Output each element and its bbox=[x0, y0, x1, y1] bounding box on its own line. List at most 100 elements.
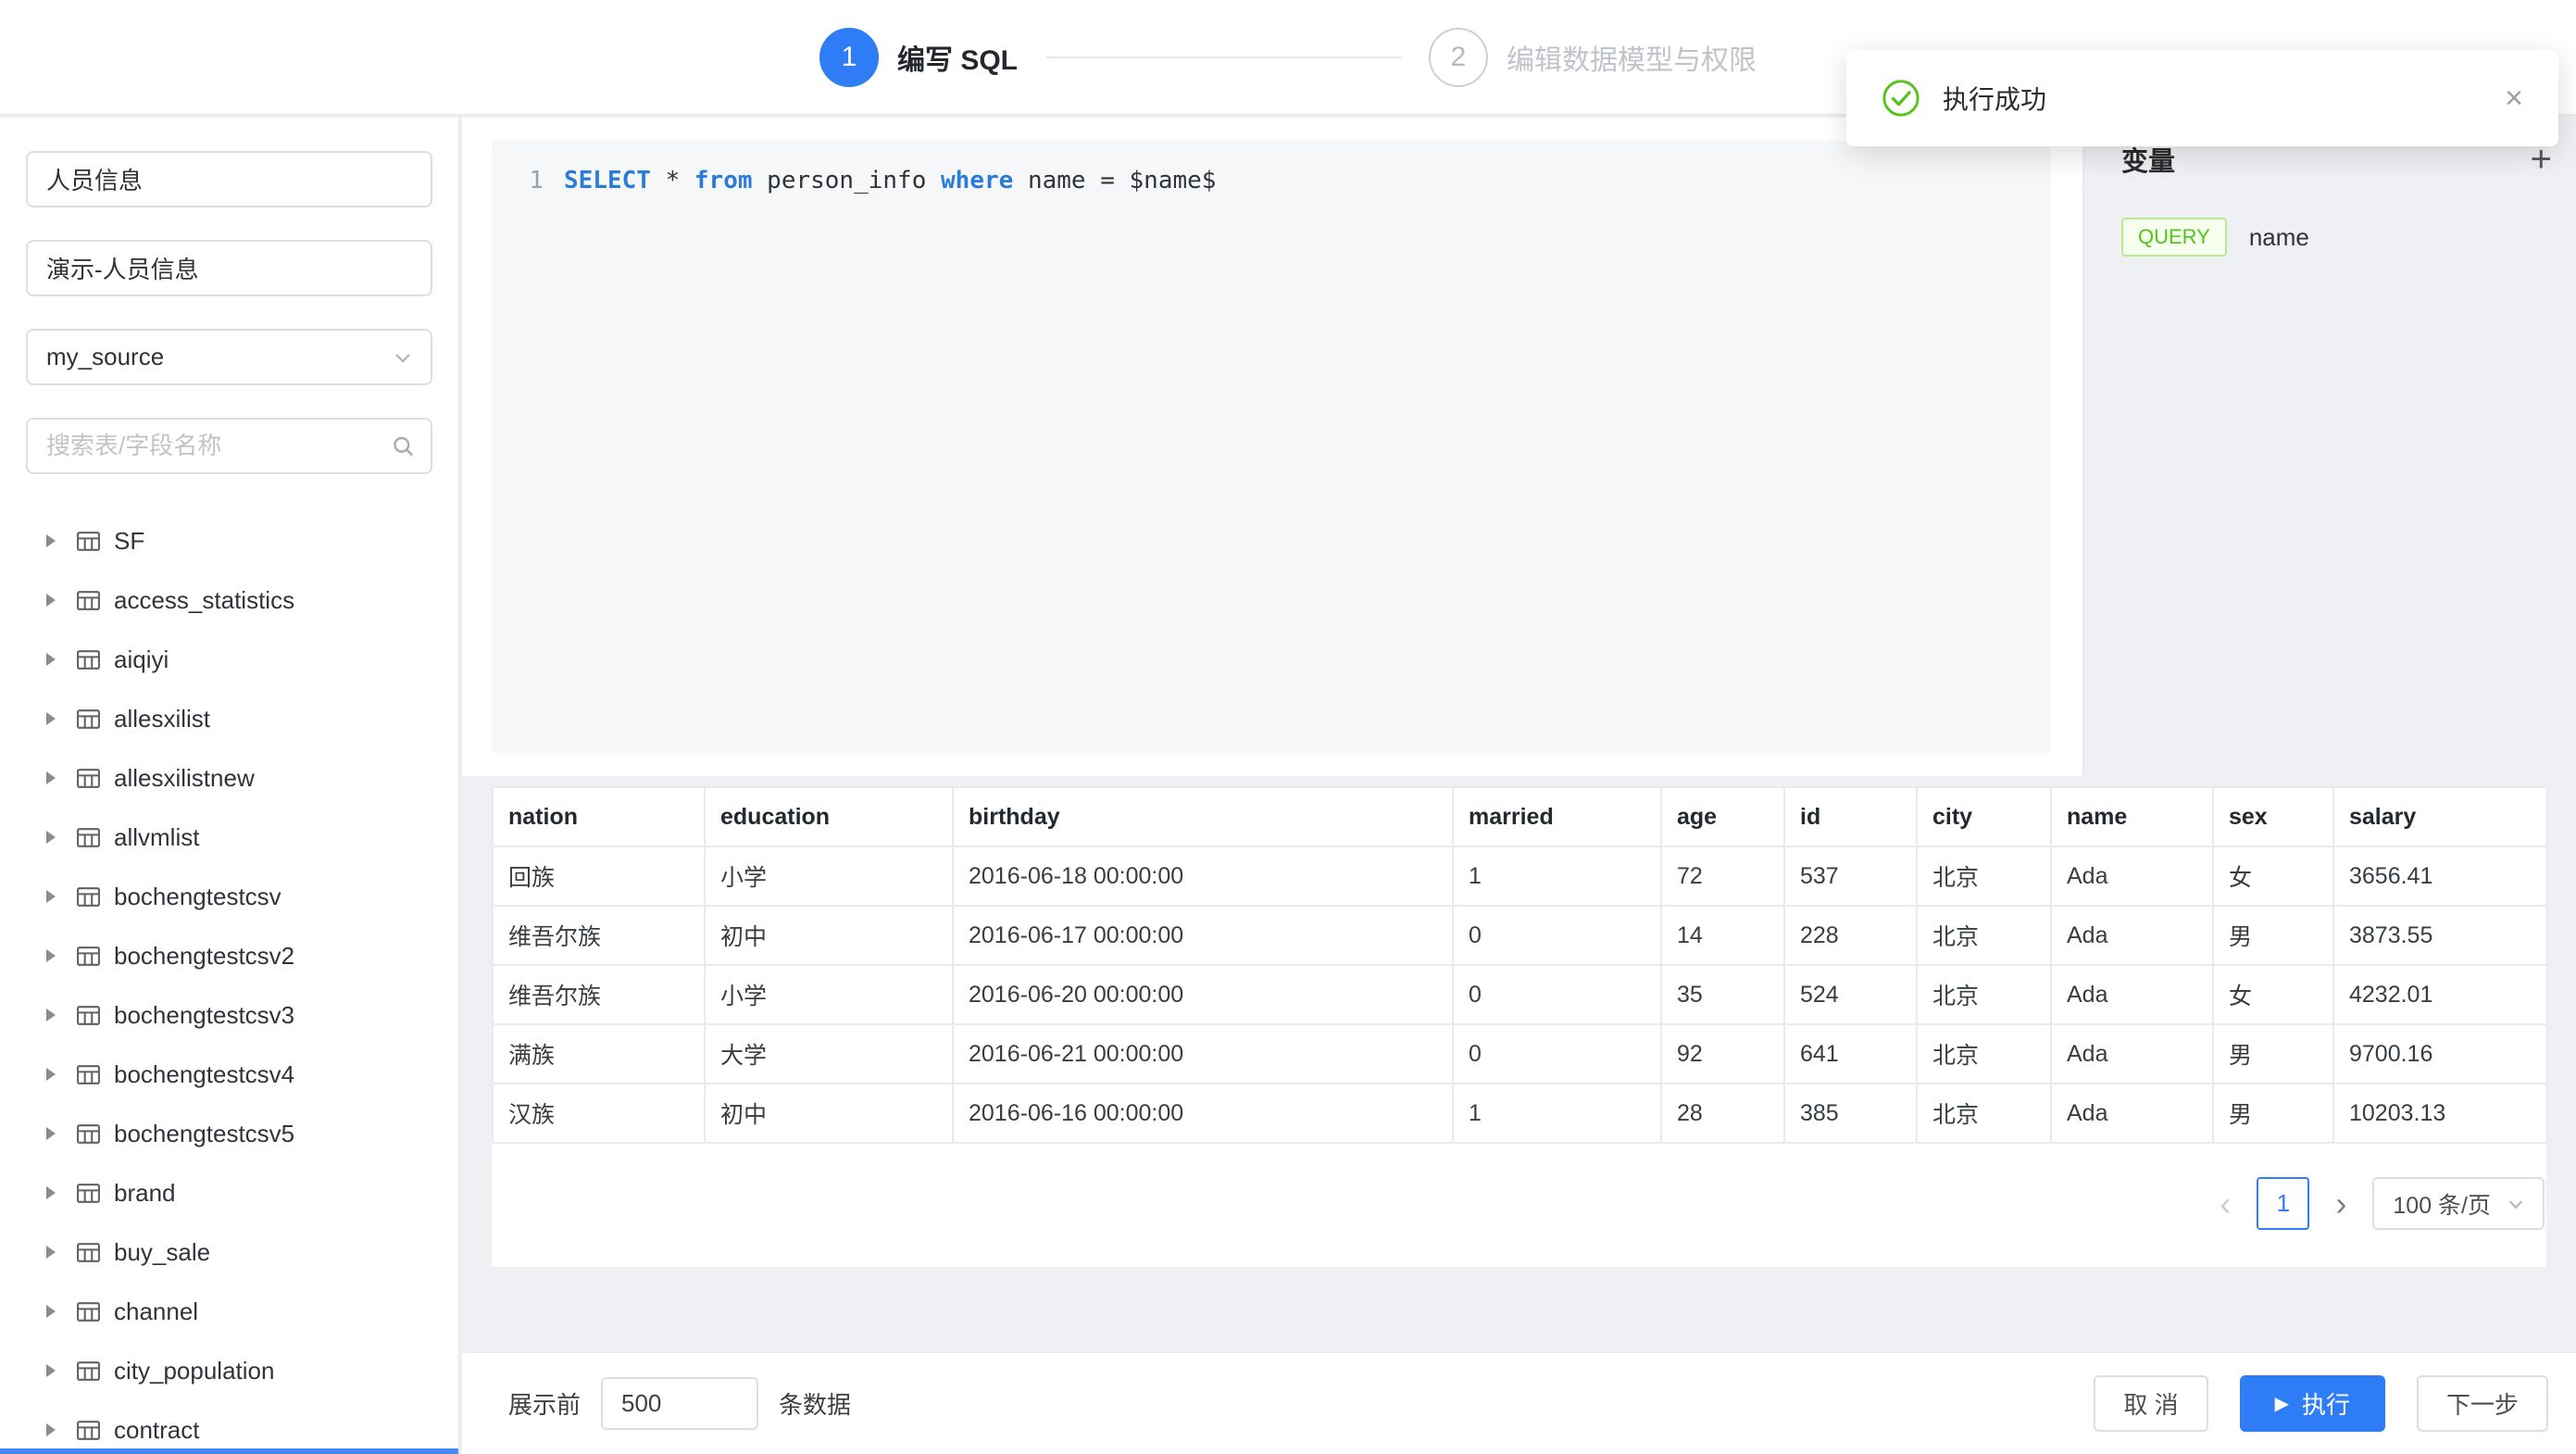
cell-sex: 男 bbox=[2213, 1024, 2333, 1084]
caret-right-icon[interactable] bbox=[46, 594, 56, 607]
cell-age: 92 bbox=[1661, 1024, 1784, 1084]
footer-actions: 取 消 ▶ 执行 下一步 bbox=[2094, 1375, 2548, 1432]
cell-sex: 男 bbox=[2213, 1084, 2333, 1143]
tree-item-bochengtestcsv2[interactable]: bochengtestcsv2 bbox=[0, 926, 458, 985]
cell-birthday: 2016-06-17 00:00:00 bbox=[953, 906, 1453, 965]
column-header-sex: sex bbox=[2213, 787, 2333, 846]
cell-id: 385 bbox=[1784, 1084, 1917, 1143]
step-1-circle: 1 bbox=[819, 28, 879, 87]
tree-item-allvmlist[interactable]: allvmlist bbox=[0, 808, 458, 867]
cell-city: 北京 bbox=[1917, 1024, 2051, 1084]
caret-right-icon[interactable] bbox=[46, 1009, 56, 1022]
sql-keyword: where bbox=[941, 167, 1013, 194]
tree-item-SF[interactable]: SF bbox=[0, 511, 458, 570]
step-1[interactable]: 1 编写 SQL bbox=[819, 28, 1018, 87]
pagination-next[interactable]: › bbox=[2324, 1187, 2357, 1221]
caret-right-icon[interactable] bbox=[46, 1364, 56, 1377]
caret-right-icon[interactable] bbox=[46, 1246, 56, 1259]
table-row: 回族小学2016-06-18 00:00:00172537北京Ada女3656.… bbox=[493, 846, 2547, 906]
caret-right-icon[interactable] bbox=[46, 712, 56, 725]
model-name-input[interactable] bbox=[26, 151, 432, 207]
caret-right-icon[interactable] bbox=[46, 949, 56, 962]
pagination-page-1[interactable]: 1 bbox=[2257, 1177, 2309, 1230]
page-size-value: 100 条/页 bbox=[2393, 1187, 2491, 1221]
tree-item-brand[interactable]: brand bbox=[0, 1163, 458, 1222]
column-header-nation: nation bbox=[493, 787, 705, 846]
cell-id: 524 bbox=[1784, 965, 1917, 1024]
cell-married: 0 bbox=[1453, 965, 1661, 1024]
cell-nation: 维吾尔族 bbox=[493, 906, 705, 965]
next-step-button[interactable]: 下一步 bbox=[2417, 1375, 2548, 1432]
toast-message: 执行成功 bbox=[1943, 80, 2046, 117]
code-line: 1 SELECT * from person_info where name =… bbox=[492, 161, 2051, 200]
table-icon bbox=[76, 1003, 101, 1028]
tree-item-bochengtestcsv3[interactable]: bochengtestcsv3 bbox=[0, 985, 458, 1045]
caret-right-icon[interactable] bbox=[46, 653, 56, 666]
sql-text: person_info bbox=[753, 167, 942, 194]
sql-editor[interactable]: 1 SELECT * from person_info where name =… bbox=[492, 141, 2051, 753]
cell-salary: 4232.01 bbox=[2333, 965, 2547, 1024]
row-limit-input[interactable] bbox=[601, 1377, 758, 1430]
tree-item-bochengtestcsv[interactable]: bochengtestcsv bbox=[0, 867, 458, 926]
table-name: bochengtestcsv2 bbox=[114, 942, 294, 971]
editor-pane: 1 SELECT * from person_info where name =… bbox=[462, 118, 2084, 776]
caret-right-icon[interactable] bbox=[46, 831, 56, 844]
table-icon bbox=[76, 1062, 101, 1087]
play-icon: ▶ bbox=[2275, 1395, 2289, 1413]
tree-item-bochengtestcsv4[interactable]: bochengtestcsv4 bbox=[0, 1045, 458, 1104]
cell-education: 小学 bbox=[705, 965, 953, 1024]
page-size-select[interactable]: 100 条/页 bbox=[2372, 1177, 2545, 1230]
cell-id: 228 bbox=[1784, 906, 1917, 965]
tree-item-allesxilistnew[interactable]: allesxilistnew bbox=[0, 748, 458, 808]
cell-married: 1 bbox=[1453, 846, 1661, 906]
cancel-button[interactable]: 取 消 bbox=[2094, 1375, 2207, 1432]
column-header-city: city bbox=[1917, 787, 2051, 846]
table-icon bbox=[76, 707, 101, 732]
pagination-prev[interactable]: ‹ bbox=[2208, 1187, 2242, 1221]
results-table: nationeducationbirthdaymarriedageidcityn… bbox=[492, 786, 2548, 1144]
table-name: allesxilist bbox=[114, 705, 210, 733]
tree-item-access_statistics[interactable]: access_statistics bbox=[0, 570, 458, 630]
success-check-icon bbox=[1882, 79, 1920, 118]
cell-married: 0 bbox=[1453, 906, 1661, 965]
caret-right-icon[interactable] bbox=[46, 534, 56, 547]
table-icon bbox=[76, 529, 101, 554]
sidebar: my_source SFaccess_statisticsaiqiyi alles… bbox=[0, 118, 460, 1454]
step-1-label: 编写 SQL bbox=[897, 37, 1018, 78]
cell-nation: 维吾尔族 bbox=[493, 965, 705, 1024]
execute-button[interactable]: ▶ 执行 bbox=[2240, 1375, 2385, 1432]
cell-birthday: 2016-06-18 00:00:00 bbox=[953, 846, 1453, 906]
close-icon[interactable]: × bbox=[2505, 82, 2523, 114]
table-search-input[interactable] bbox=[26, 418, 432, 474]
cell-city: 北京 bbox=[1917, 906, 2051, 965]
datasource-select[interactable]: my_source bbox=[26, 329, 432, 385]
table-icon bbox=[76, 884, 101, 909]
scrollbar-thumb[interactable] bbox=[0, 1448, 458, 1454]
table-row: 汉族初中2016-06-16 00:00:00128385北京Ada男10203… bbox=[493, 1084, 2547, 1143]
caret-right-icon[interactable] bbox=[46, 1068, 56, 1081]
tree-item-aiqiyi[interactable]: aiqiyi bbox=[0, 630, 458, 689]
tree-item-contract[interactable]: contract bbox=[0, 1400, 458, 1454]
model-display-name-input[interactable] bbox=[26, 240, 432, 296]
step-2[interactable]: 2 编辑数据模型与权限 bbox=[1429, 28, 1757, 87]
add-variable-button[interactable]: + bbox=[2531, 141, 2552, 178]
tree-item-city_population[interactable]: city_population bbox=[0, 1341, 458, 1400]
cell-name: Ada bbox=[2051, 846, 2213, 906]
caret-right-icon[interactable] bbox=[46, 1305, 56, 1318]
pagination: ‹ 1 › 100 条/页 bbox=[492, 1144, 2546, 1267]
table-name: bochengtestcsv bbox=[114, 883, 281, 911]
tree-item-channel[interactable]: channel bbox=[0, 1282, 458, 1341]
caret-right-icon[interactable] bbox=[46, 1423, 56, 1436]
column-header-name: name bbox=[2051, 787, 2213, 846]
caret-right-icon[interactable] bbox=[46, 1186, 56, 1199]
caret-right-icon[interactable] bbox=[46, 771, 56, 784]
tree-item-buy_sale[interactable]: buy_sale bbox=[0, 1222, 458, 1282]
caret-right-icon[interactable] bbox=[46, 890, 56, 903]
caret-right-icon[interactable] bbox=[46, 1127, 56, 1140]
table-icon bbox=[76, 1299, 101, 1324]
tree-item-bochengtestcsv5[interactable]: bochengtestcsv5 bbox=[0, 1104, 458, 1163]
tree-item-allesxilist[interactable]: allesxilist bbox=[0, 689, 458, 748]
sql-text: * bbox=[651, 167, 694, 194]
cell-education: 大学 bbox=[705, 1024, 953, 1084]
sql-code: SELECT * from person_info where name = $… bbox=[564, 161, 1216, 200]
